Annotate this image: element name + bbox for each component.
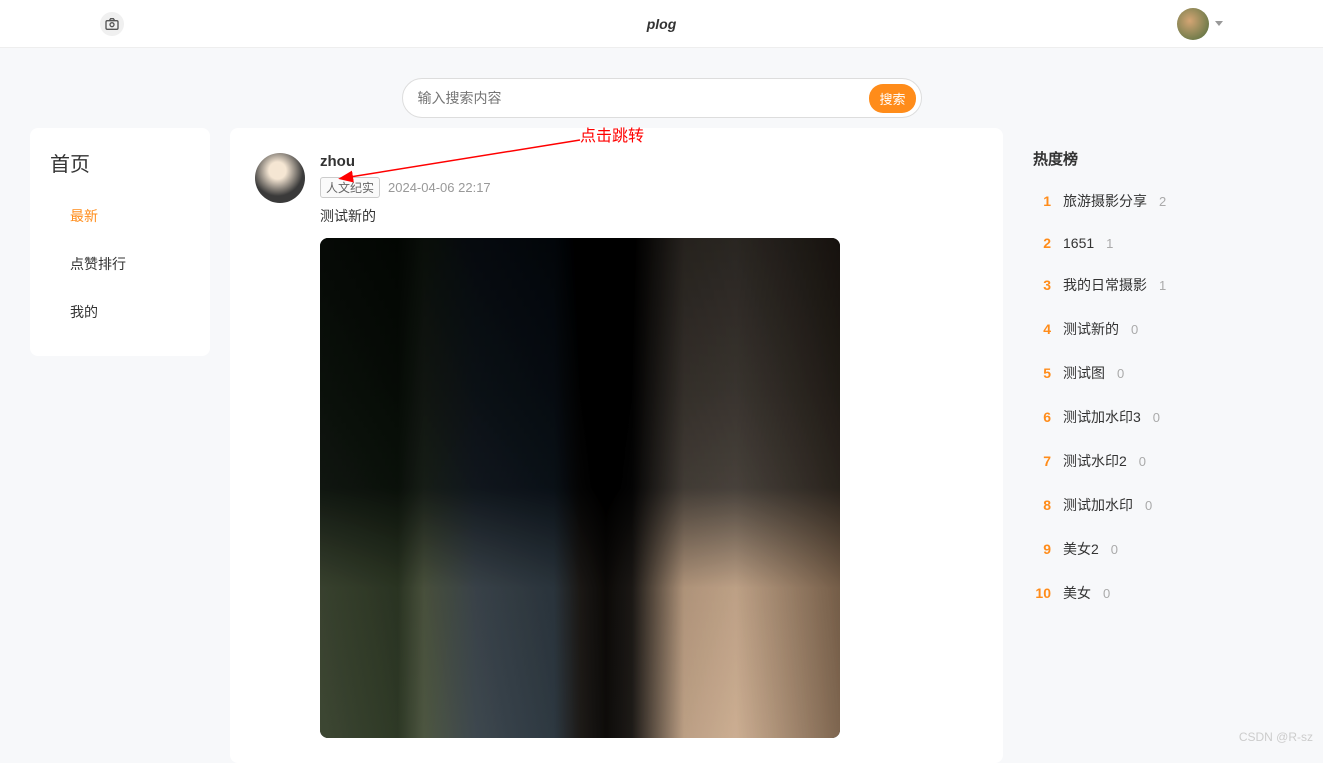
logo-icon[interactable] bbox=[100, 12, 124, 36]
watermark: CSDN @R-sz bbox=[1239, 730, 1313, 744]
hotlist-item[interactable]: 9 美女2 0 bbox=[1023, 527, 1293, 571]
post-author-link[interactable]: zhou bbox=[320, 153, 355, 170]
post-body: zhou 人文纪实 2024-04-06 22:17 测试新的 bbox=[320, 153, 978, 738]
sidebar: 首页 最新 点赞排行 我的 bbox=[30, 128, 210, 356]
hotlist-item[interactable]: 3 我的日常摄影 1 bbox=[1023, 263, 1293, 307]
hotlist-rank: 5 bbox=[1033, 365, 1051, 381]
search-input[interactable] bbox=[418, 90, 870, 106]
user-menu[interactable] bbox=[1177, 8, 1223, 40]
hotlist-name: 1651 bbox=[1063, 235, 1094, 251]
hotlist-rank: 9 bbox=[1033, 541, 1051, 557]
hotlist-count: 0 bbox=[1131, 322, 1138, 337]
post-image[interactable] bbox=[320, 238, 840, 738]
post-author-avatar[interactable] bbox=[255, 153, 305, 203]
hotlist-count: 2 bbox=[1159, 194, 1166, 209]
hotlist-count: 0 bbox=[1111, 542, 1118, 557]
caret-down-icon bbox=[1215, 21, 1223, 26]
sidebar-item-latest[interactable]: 最新 bbox=[30, 192, 210, 240]
hotlist-name: 美女 bbox=[1063, 583, 1091, 603]
sidebar-item-likes-rank[interactable]: 点赞排行 bbox=[30, 240, 210, 288]
main-content: zhou 人文纪实 2024-04-06 22:17 测试新的 bbox=[230, 128, 1003, 763]
hotlist-rank: 3 bbox=[1033, 277, 1051, 293]
hotlist-item[interactable]: 8 测试加水印 0 bbox=[1023, 483, 1293, 527]
hotlist-count: 0 bbox=[1139, 454, 1146, 469]
post-tag[interactable]: 人文纪实 bbox=[320, 177, 380, 198]
hotlist-item[interactable]: 2 1651 1 bbox=[1023, 223, 1293, 263]
hotlist-item[interactable]: 5 测试图 0 bbox=[1023, 351, 1293, 395]
hotlist-count: 0 bbox=[1153, 410, 1160, 425]
hotlist-title: 热度榜 bbox=[1023, 148, 1293, 179]
hotlist-item[interactable]: 10 美女 0 bbox=[1023, 571, 1293, 615]
hotlist-item[interactable]: 4 测试新的 0 bbox=[1023, 307, 1293, 351]
hotlist: 热度榜 1 旅游摄影分享 2 2 1651 1 3 我的日常摄影 1 4 测试新… bbox=[1023, 128, 1293, 635]
hotlist-name: 测试图 bbox=[1063, 363, 1105, 383]
hotlist-name: 测试加水印 bbox=[1063, 495, 1133, 515]
post-timestamp: 2024-04-06 22:17 bbox=[388, 180, 491, 195]
search-box: 搜索 bbox=[402, 78, 922, 118]
hotlist-count: 1 bbox=[1159, 278, 1166, 293]
hotlist-count: 0 bbox=[1117, 366, 1124, 381]
hotlist-rank: 4 bbox=[1033, 321, 1051, 337]
hotlist-item[interactable]: 7 测试水印2 0 bbox=[1023, 439, 1293, 483]
search-bar-area: 搜索 bbox=[0, 48, 1323, 128]
hotlist-name: 美女2 bbox=[1063, 539, 1099, 559]
hotlist-name: 测试水印2 bbox=[1063, 451, 1127, 471]
hotlist-name: 测试加水印3 bbox=[1063, 407, 1141, 427]
post-image-content bbox=[320, 238, 840, 738]
hotlist-name: 旅游摄影分享 bbox=[1063, 191, 1147, 211]
post-meta: 人文纪实 2024-04-06 22:17 bbox=[320, 177, 978, 198]
post: zhou 人文纪实 2024-04-06 22:17 测试新的 bbox=[255, 153, 978, 738]
hotlist-item[interactable]: 1 旅游摄影分享 2 bbox=[1023, 179, 1293, 223]
hotlist-count: 0 bbox=[1145, 498, 1152, 513]
header: plog bbox=[0, 0, 1323, 48]
hotlist-rank: 6 bbox=[1033, 409, 1051, 425]
hotlist-rank: 10 bbox=[1033, 585, 1051, 601]
hotlist-rank: 8 bbox=[1033, 497, 1051, 513]
search-button[interactable]: 搜索 bbox=[869, 84, 915, 113]
hotlist-name: 测试新的 bbox=[1063, 319, 1119, 339]
hotlist-count: 0 bbox=[1103, 586, 1110, 601]
avatar bbox=[1177, 8, 1209, 40]
hotlist-rank: 7 bbox=[1033, 453, 1051, 469]
sidebar-item-mine[interactable]: 我的 bbox=[30, 288, 210, 336]
main-container: 首页 最新 点赞排行 我的 zhou 人文纪实 2024-04-06 22:17… bbox=[0, 128, 1323, 763]
hotlist-rank: 1 bbox=[1033, 193, 1051, 209]
hotlist-item[interactable]: 6 测试加水印3 0 bbox=[1023, 395, 1293, 439]
sidebar-title: 首页 bbox=[30, 148, 210, 192]
hotlist-name: 我的日常摄影 bbox=[1063, 275, 1147, 295]
hotlist-count: 1 bbox=[1106, 236, 1113, 251]
post-text: 测试新的 bbox=[320, 206, 978, 226]
app-title: plog bbox=[647, 16, 677, 32]
hotlist-rank: 2 bbox=[1033, 235, 1051, 251]
